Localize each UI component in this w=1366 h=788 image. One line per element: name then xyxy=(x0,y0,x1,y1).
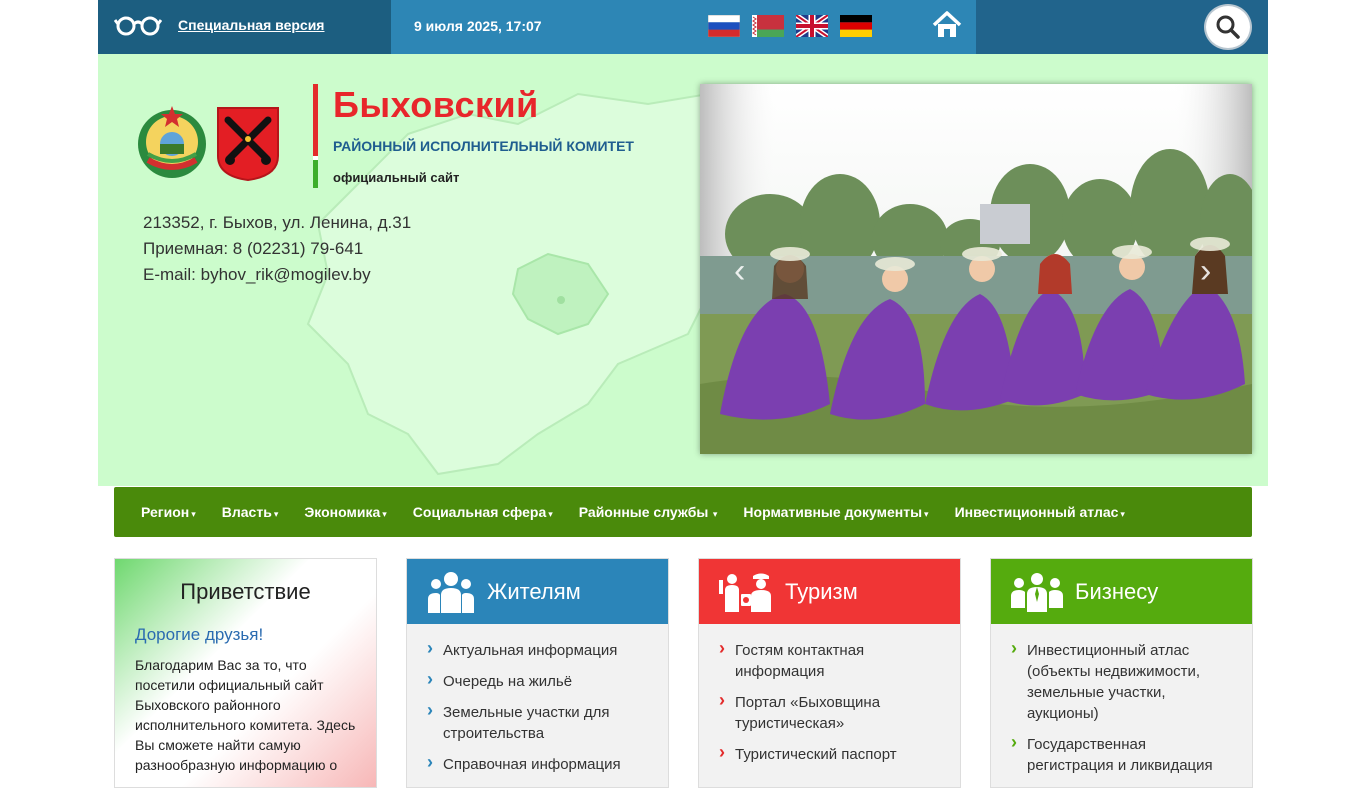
tricolor-stripe xyxy=(313,84,318,188)
bykhov-coat-of-arms-icon xyxy=(217,107,279,182)
caret-down-icon: ▾ xyxy=(1120,509,1125,519)
site-subtitle: РАЙОННЫЙ ИСПОЛНИТЕЛЬНЫЙ КОМИТЕТ xyxy=(333,138,634,154)
site-official-label: официальный сайт xyxy=(333,170,460,185)
flag-de-icon[interactable] xyxy=(840,15,872,37)
flag-ru-icon[interactable] xyxy=(708,15,740,37)
caret-down-icon: ▾ xyxy=(191,509,196,519)
nav-item-atlas[interactable]: Инвестиционный атлас ▾ xyxy=(942,504,1138,520)
address: 213352, г. Быхов, ул. Ленина, д.31 xyxy=(143,213,412,232)
caret-down-icon: ▾ xyxy=(548,509,553,519)
nav-item-services[interactable]: Районные службы ▾ xyxy=(566,504,731,520)
nav-item-economy[interactable]: Экономика ▾ xyxy=(291,504,399,520)
list-item[interactable]: Государственная регистрация и ликвидация xyxy=(1011,732,1234,776)
list-item[interactable]: Справочная информация xyxy=(427,752,650,775)
datetime: 9 июля 2025, 17:07 xyxy=(414,18,542,34)
list-item[interactable]: Земельные участки для строительства xyxy=(427,700,650,744)
greeting-text: Благодарим Вас за то, что посетили офици… xyxy=(135,657,356,773)
caret-down-icon: ▾ xyxy=(273,509,279,519)
business-card: Бизнесу Инвестиционный атлас (объекты не… xyxy=(990,558,1253,788)
home-icon[interactable] xyxy=(932,10,962,40)
glasses-icon[interactable] xyxy=(114,14,162,38)
caret-down-icon: ▾ xyxy=(924,509,929,519)
belarus-emblem-icon xyxy=(138,106,206,178)
business-people-icon xyxy=(1011,572,1063,612)
site-title[interactable]: Быховский xyxy=(333,84,539,126)
nav-item-documents[interactable]: Нормативные документы ▾ xyxy=(730,504,941,520)
nav-item-power[interactable]: Власть ▾ xyxy=(209,504,292,520)
residents-header[interactable]: Жителям xyxy=(407,559,668,624)
caret-down-icon: ▾ xyxy=(710,509,718,519)
tourists-icon xyxy=(719,573,771,612)
business-title: Бизнесу xyxy=(1075,578,1159,604)
list-item[interactable]: Туристический паспорт xyxy=(719,742,942,765)
business-header[interactable]: Бизнесу xyxy=(991,559,1252,624)
slider-photo xyxy=(700,84,1252,454)
tourism-header[interactable]: Туризм xyxy=(699,559,960,624)
nav-item-region[interactable]: Регион ▾ xyxy=(128,504,209,520)
people-group-icon xyxy=(428,571,474,613)
slider-prev-icon[interactable]: ‹ xyxy=(734,254,754,288)
list-item[interactable]: Инвестиционный атлас (объекты недвижимос… xyxy=(1011,638,1234,724)
tourism-title: Туризм xyxy=(785,578,858,604)
main-nav: Регион ▾ Власть ▾ Экономика ▾ Социальная сф… xyxy=(114,487,1252,537)
special-version-link[interactable]: Специальная версия xyxy=(178,17,324,33)
list-item[interactable]: Очередь на жильё xyxy=(427,669,650,692)
greeting-subtitle: Дорогие друзья! xyxy=(135,625,264,644)
residents-title: Жителям xyxy=(487,578,581,604)
list-item[interactable]: Актуальная информация xyxy=(427,638,650,661)
flag-uk-icon[interactable] xyxy=(796,15,828,37)
residents-card: Жителям Актуальная информация Очередь на… xyxy=(406,558,669,788)
reception-phone: Приемная: 8 (02231) 79-641 xyxy=(143,239,364,258)
greeting-title: Приветствие xyxy=(180,579,311,604)
nav-item-social[interactable]: Социальная сфера ▾ xyxy=(400,504,566,520)
list-item[interactable]: Портал «Быховщина туристическая» xyxy=(719,690,942,734)
flag-by-icon[interactable] xyxy=(752,15,784,37)
language-flags xyxy=(708,15,872,37)
email[interactable]: E-mail: byhov_rik@mogilev.by xyxy=(143,262,411,288)
site-header: Быховский РАЙОННЫЙ ИСПОЛНИТЕЛЬНЫЙ КОМИТЕ… xyxy=(98,54,1268,486)
photo-slider[interactable]: ‹ › xyxy=(700,84,1252,454)
search-button[interactable] xyxy=(1204,4,1252,50)
search-icon xyxy=(1216,15,1240,39)
caret-down-icon: ▾ xyxy=(382,509,387,519)
greeting-card: Приветствие Дорогие друзья! Благодарим В… xyxy=(114,558,377,788)
contacts-block: 213352, г. Быхов, ул. Ленина, д.31 Прием… xyxy=(143,210,411,288)
top-bar: Специальная версия 9 июля 2025, 17:07 xyxy=(98,0,1268,54)
slider-next-icon[interactable]: › xyxy=(1200,254,1220,288)
tourism-card: Туризм Гостям контактная информация Порт… xyxy=(698,558,961,788)
list-item[interactable]: Гостям контактная информация xyxy=(719,638,942,682)
